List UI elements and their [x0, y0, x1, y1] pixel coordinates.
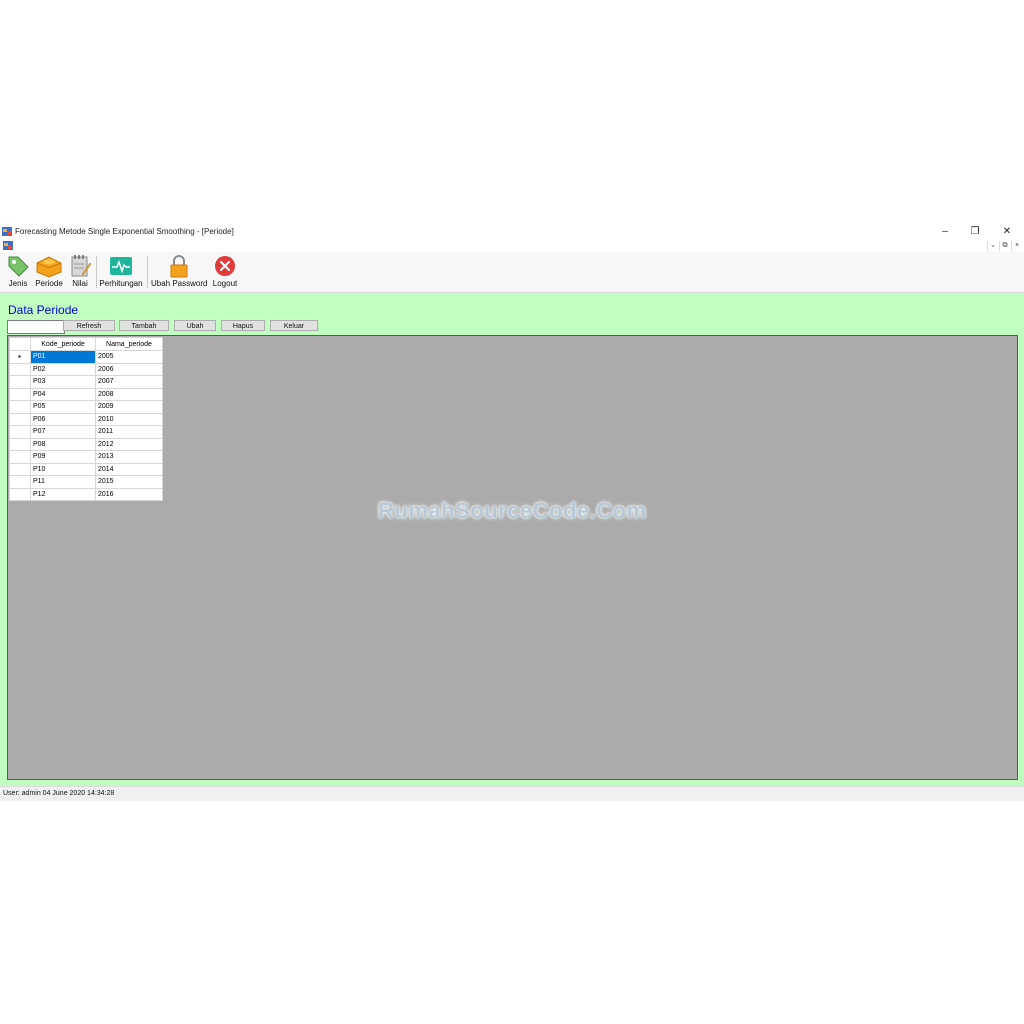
table-row[interactable]: P08 2012 [9, 437, 163, 451]
nama-periode-cell[interactable]: 2010 [95, 412, 163, 426]
toolbar-logout[interactable]: Logout [210, 254, 240, 290]
toolbar-perhitungan-label: Perhitungan [99, 279, 143, 288]
toolbar-jenis-label: Jenis [8, 279, 28, 288]
toolbar-separator [147, 256, 148, 288]
table-row[interactable]: P12 2016 [9, 487, 163, 501]
notepad-icon [71, 255, 92, 277]
table-header-row: Kode_periode Nama_periode [9, 337, 163, 351]
mdi-restore-button[interactable]: ⧉ [999, 241, 1010, 251]
toolbar-perhitungan[interactable]: Perhitungan [99, 254, 143, 290]
close-circle-icon [215, 256, 235, 276]
nama-periode-cell[interactable]: 2013 [95, 450, 163, 464]
tambah-button[interactable]: Tambah [119, 320, 169, 331]
periode-table: Kode_periode Nama_periode ▸ P01 2005 P02 200… [9, 337, 163, 501]
toolbar-ubah-password-label: Ubah Password [151, 279, 208, 288]
kode-periode-cell[interactable]: P04 [30, 387, 96, 401]
app-window: Forecasting Metode Single Exponential Sm… [0, 224, 1024, 801]
toolbar-logout-label: Logout [212, 279, 238, 288]
mdi-minimize-button[interactable]: ⌄ [987, 241, 998, 251]
kode-periode-cell[interactable]: P02 [30, 362, 96, 376]
kode-periode-cell[interactable]: P08 [30, 437, 96, 451]
table-row[interactable]: P06 2010 [9, 412, 163, 426]
table-row[interactable]: P09 2013 [9, 450, 163, 464]
toolbar-separator [96, 256, 97, 288]
window-title: Forecasting Metode Single Exponential Sm… [15, 227, 234, 236]
minimize-button[interactable]: – [930, 225, 960, 239]
lock-icon [170, 255, 188, 278]
table-row[interactable]: P11 2015 [9, 475, 163, 489]
mdi-close-button[interactable]: × [1011, 241, 1022, 251]
nama-periode-cell[interactable]: 2012 [95, 437, 163, 451]
status-text: User: admin 04 June 2020 14:34:28 [3, 790, 115, 797]
kode-periode-cell[interactable]: P12 [30, 487, 96, 501]
toolbar-nilai-label: Nilai [72, 279, 88, 288]
keluar-button[interactable]: Keluar [270, 320, 318, 331]
periode-form: Data Periode Refresh Tambah Ubah Hapus K… [0, 293, 1024, 786]
toolbar-periode-label: Periode [35, 279, 63, 288]
row-header[interactable] [9, 387, 31, 401]
row-header[interactable] [9, 462, 31, 476]
table-row[interactable]: ▸ P01 2005 [9, 350, 163, 364]
child-window-icon[interactable] [3, 241, 13, 250]
row-header[interactable] [9, 400, 31, 414]
table-row[interactable]: P07 2011 [9, 425, 163, 439]
maximize-button[interactable]: ❐ [960, 225, 990, 239]
watermark: RumahSourceCode.Com [378, 498, 647, 523]
nama-periode-cell[interactable]: 2011 [95, 425, 163, 439]
hapus-button[interactable]: Hapus [221, 320, 265, 331]
nama-periode-cell[interactable]: 2009 [95, 400, 163, 414]
form-title: Data Periode [8, 303, 79, 317]
kode-periode-cell[interactable]: P03 [30, 375, 96, 389]
row-header[interactable] [9, 487, 31, 501]
ubah-button[interactable]: Ubah [174, 320, 216, 331]
data-grid[interactable]: Kode_periode Nama_periode ▸ P01 2005 P02 200… [7, 335, 1018, 780]
kode-periode-cell[interactable]: P10 [30, 462, 96, 476]
tag-icon [8, 256, 29, 277]
kode-periode-cell[interactable]: P05 [30, 400, 96, 414]
nama-periode-cell[interactable]: 2016 [95, 487, 163, 501]
nama-periode-cell[interactable]: 2008 [95, 387, 163, 401]
column-header[interactable]: Nama_periode [95, 337, 163, 351]
row-header[interactable] [9, 375, 31, 389]
toolbar-periode[interactable]: Periode [34, 254, 64, 290]
row-header[interactable] [9, 450, 31, 464]
toolbar-ubah-password[interactable]: Ubah Password [151, 254, 207, 290]
row-header-corner[interactable] [9, 337, 31, 351]
row-header[interactable]: ▸ [9, 350, 31, 364]
mdi-menu-bar: ⌄ ⧉ × [0, 240, 1024, 252]
nama-periode-cell[interactable]: 2014 [95, 462, 163, 476]
kode-periode-cell[interactable]: P07 [30, 425, 96, 439]
nama-periode-cell[interactable]: 2006 [95, 362, 163, 376]
refresh-button[interactable]: Refresh [63, 320, 115, 331]
box-icon [36, 256, 62, 278]
toolbar: Jenis Periode Nilai Perhitungan Ubah Pas… [0, 252, 1024, 293]
table-row[interactable]: P02 2006 [9, 362, 163, 376]
nama-periode-cell[interactable]: 2015 [95, 475, 163, 489]
row-header[interactable] [9, 412, 31, 426]
row-header[interactable] [9, 437, 31, 451]
toolbar-jenis[interactable]: Jenis [5, 254, 31, 290]
title-bar: Forecasting Metode Single Exponential Sm… [0, 224, 1024, 240]
pulse-chart-icon [110, 257, 132, 275]
row-header[interactable] [9, 475, 31, 489]
nama-periode-cell[interactable]: 2005 [95, 350, 163, 364]
table-row[interactable]: P04 2008 [9, 387, 163, 401]
search-input[interactable] [7, 320, 65, 334]
close-button[interactable]: ✕ [992, 225, 1022, 239]
nama-periode-cell[interactable]: 2007 [95, 375, 163, 389]
app-icon [2, 227, 12, 236]
row-header[interactable] [9, 425, 31, 439]
column-header[interactable]: Kode_periode [30, 337, 96, 351]
kode-periode-cell[interactable]: P01 [30, 350, 96, 364]
kode-periode-cell[interactable]: P09 [30, 450, 96, 464]
toolbar-nilai[interactable]: Nilai [67, 254, 93, 290]
table-row[interactable]: P03 2007 [9, 375, 163, 389]
status-bar: User: admin 04 June 2020 14:34:28 [0, 786, 1024, 801]
kode-periode-cell[interactable]: P11 [30, 475, 96, 489]
kode-periode-cell[interactable]: P06 [30, 412, 96, 426]
row-header[interactable] [9, 362, 31, 376]
table-row[interactable]: P05 2009 [9, 400, 163, 414]
table-row[interactable]: P10 2014 [9, 462, 163, 476]
